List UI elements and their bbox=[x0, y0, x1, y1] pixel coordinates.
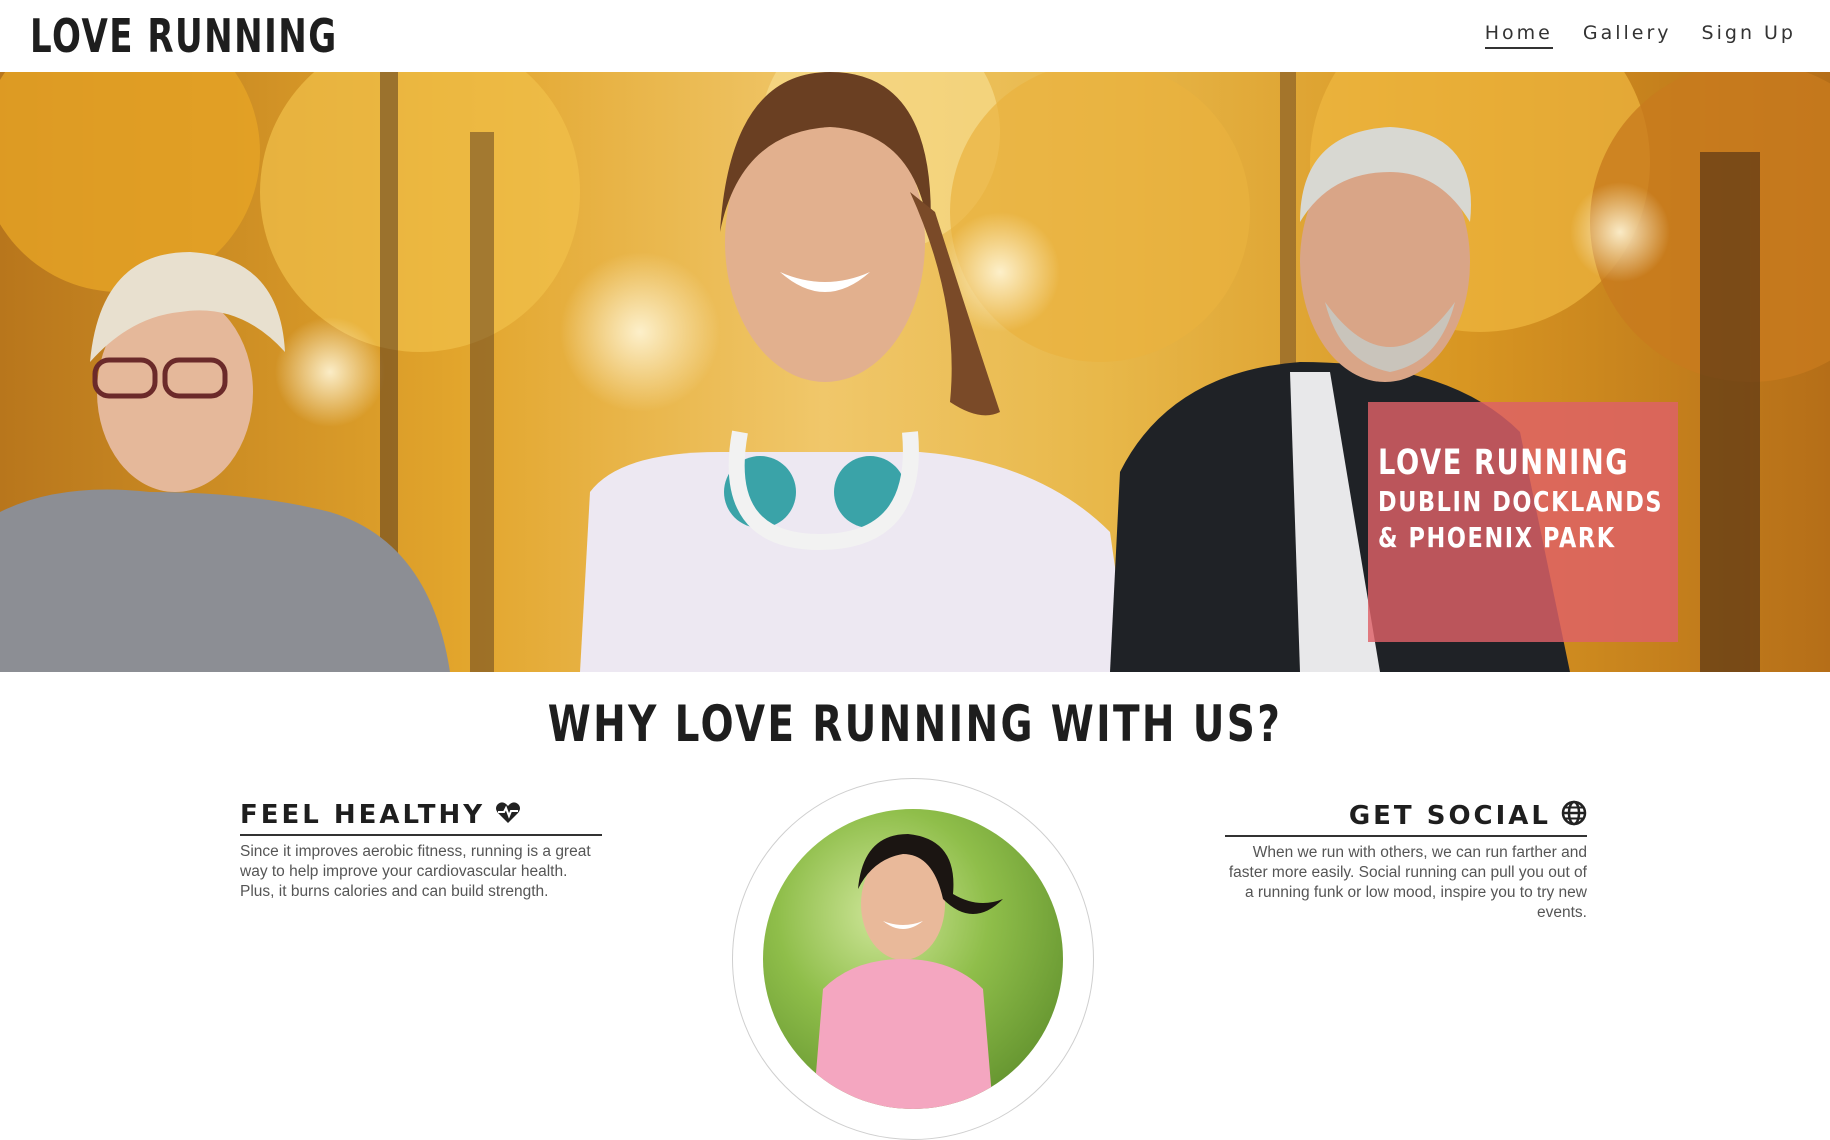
feature-description: Since it improves aerobic fitness, runni… bbox=[240, 843, 591, 900]
section-title: WHY LOVE RUNNING WITH US? bbox=[547, 695, 1283, 753]
hero-overlay-card: LOVE RUNNING DUBLIN DOCKLANDS & PHOENIX … bbox=[1368, 402, 1678, 642]
site-logo[interactable]: LOVE RUNNING bbox=[30, 8, 338, 64]
hero-card-subtitle: DUBLIN DOCKLANDS & PHOENIX PARK bbox=[1378, 485, 1664, 554]
feature-header: GET SOCIAL bbox=[1225, 800, 1587, 837]
feature-title: GET SOCIAL bbox=[1348, 800, 1551, 831]
feature-get-social: GET SOCIAL When we run with others, we c… bbox=[1225, 800, 1587, 923]
main-nav: Home Gallery Sign Up bbox=[1484, 22, 1796, 49]
nav-home[interactable]: Home bbox=[1484, 22, 1553, 49]
hero-card-title: LOVE RUNNING bbox=[1378, 443, 1630, 483]
nav-gallery[interactable]: Gallery bbox=[1583, 22, 1672, 49]
nav-sign-up[interactable]: Sign Up bbox=[1702, 22, 1796, 49]
heartbeat-icon bbox=[495, 801, 521, 830]
runner-photo bbox=[763, 809, 1063, 1109]
globe-icon bbox=[1561, 800, 1587, 831]
feature-description: When we run with others, we can run fart… bbox=[1228, 844, 1587, 921]
feature-feel-healthy: FEEL HEALTHY Since it improves aerobic f… bbox=[240, 800, 602, 902]
feature-header: FEEL HEALTHY bbox=[240, 800, 602, 836]
feature-image-frame bbox=[732, 778, 1094, 1140]
site-header: LOVE RUNNING Home Gallery Sign Up bbox=[0, 0, 1830, 72]
hero-banner: LOVE RUNNING DUBLIN DOCKLANDS & PHOENIX … bbox=[0, 72, 1830, 672]
feature-title: FEEL HEALTHY bbox=[240, 800, 486, 830]
